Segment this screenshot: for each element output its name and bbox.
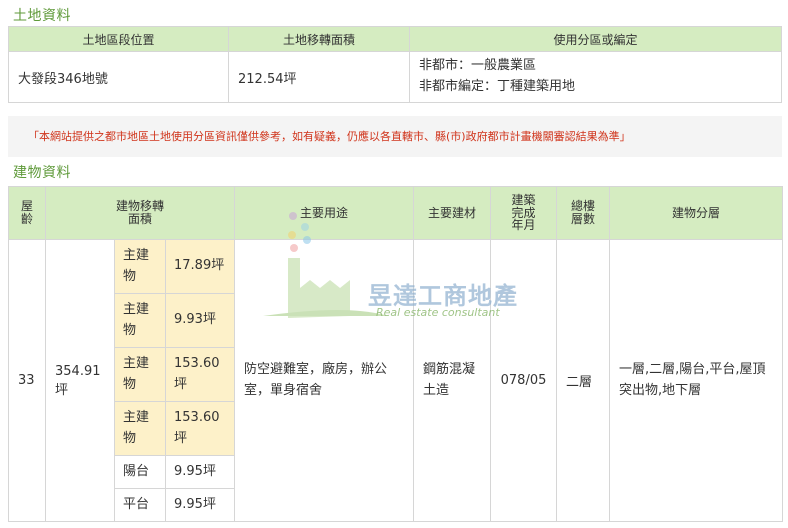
sub-area-value: 153.60坪 — [164, 401, 236, 456]
building-floors: 二層 — [556, 239, 611, 522]
header-completion: 建築完成年月 — [490, 186, 558, 240]
land-zoning: 非都市：一般農業區 非都市編定：丁種建築用地 — [409, 51, 782, 103]
sub-area-value: 153.60坪 — [164, 347, 236, 402]
header-age: 屋齡 — [8, 186, 46, 240]
land-zoning-line1: 非都市：一般農業區 — [419, 58, 537, 74]
watermark-subtitle: Real estate consultant — [376, 306, 500, 319]
header-use: 主要用途 — [234, 186, 415, 240]
land-section-title: 土地資料 — [13, 8, 71, 24]
zoning-notice: 「本網站提供之都市地區土地使用分區資訊僅供參考，如有疑義，仍應以各直轄市、縣(市… — [8, 116, 782, 157]
land-zoning-line2: 非都市編定：丁種建築用地 — [419, 79, 576, 94]
header-levels: 建物分層 — [609, 186, 784, 240]
header-completion-text: 建築完成年月 — [511, 193, 536, 233]
sub-area-label: 主建物 — [114, 293, 166, 348]
sub-area-label: 主建物 — [114, 239, 166, 294]
sub-area-value: 9.95坪 — [164, 488, 236, 522]
sub-area-label: 平台 — [114, 488, 166, 522]
building-total-area: 354.91坪 — [45, 239, 115, 522]
land-header-area: 土地移轉面積 — [228, 26, 410, 52]
building-section-title: 建物資料 — [13, 165, 71, 181]
land-header-location: 土地區段位置 — [8, 26, 229, 52]
land-table: 土地區段位置 土地移轉面積 使用分區或編定 大發段346地號 212.54坪 非… — [8, 26, 782, 103]
sub-area-value: 9.93坪 — [164, 293, 236, 348]
header-floors: 總樓層數 — [556, 186, 611, 240]
land-row: 大發段346地號 212.54坪 非都市：一般農業區 非都市編定：丁種建築用地 — [8, 51, 782, 103]
building-levels: 一層,二層,陽台,平台,屋頂突出物,地下層 — [609, 239, 784, 522]
land-header-zoning: 使用分區或編定 — [409, 26, 782, 52]
building-table: 屋齡 建物移轉面積 主要用途 主要建材 建築完成年月 總樓層數 建物分層 33 … — [8, 186, 784, 522]
sub-area-value: 9.95坪 — [164, 455, 236, 489]
sub-area-label: 主建物 — [114, 347, 166, 402]
header-floors-text: 總樓層數 — [571, 199, 596, 226]
sub-area-label: 主建物 — [114, 401, 166, 456]
land-location: 大發段346地號 — [8, 51, 229, 103]
header-age-text: 屋齡 — [20, 199, 33, 226]
header-area-text: 建物移轉面積 — [115, 199, 164, 226]
sub-area-label: 陽台 — [114, 455, 166, 489]
building-age: 33 — [8, 239, 46, 522]
header-material: 主要建材 — [413, 186, 492, 240]
header-area: 建物移轉面積 — [44, 186, 236, 240]
sub-area-value: 17.89坪 — [164, 239, 236, 294]
land-area: 212.54坪 — [228, 51, 410, 103]
